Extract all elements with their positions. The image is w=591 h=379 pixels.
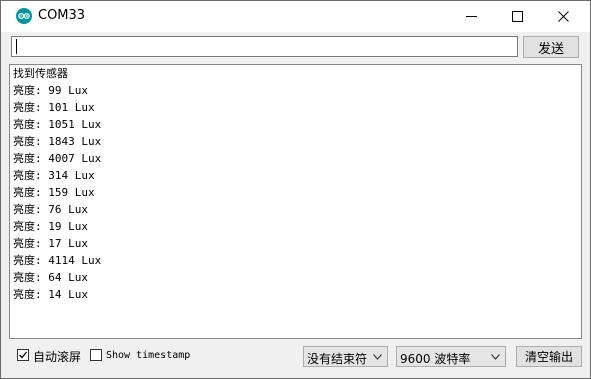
timestamp-checkbox[interactable] [90,349,102,361]
title-bar[interactable]: COM33 [1,1,590,32]
output-line: 亮度: 4007 Lux [13,152,102,165]
output-line: 亮度: 76 Lux [13,203,88,216]
serial-output-area[interactable]: 找到传感器 亮度: 99 Lux 亮度: 101 Lux 亮度: 1051 Lu… [9,64,582,339]
output-line: 亮度: 101 Lux [13,101,95,114]
output-line: 找到传感器 [13,67,68,80]
output-line: 亮度: 1843 Lux [13,135,102,148]
output-line: 亮度: 4114 Lux [13,254,102,267]
arduino-icon [16,8,32,24]
serial-input-field[interactable] [11,36,518,57]
close-button[interactable] [540,1,586,32]
minimize-button[interactable] [448,1,494,32]
chevron-down-icon [373,354,382,360]
output-line: 亮度: 19 Lux [13,220,88,233]
minimize-icon [465,16,477,17]
output-line: 亮度: 17 Lux [13,237,88,250]
output-line: 亮度: 14 Lux [13,288,88,301]
baud-rate-select[interactable]: 9600 波特率 [396,346,506,367]
line-ending-select[interactable]: 没有结束符 [303,346,388,367]
maximize-button[interactable] [494,1,540,32]
close-icon [557,11,569,22]
serial-monitor-window: COM33 发送 找到传感器 亮度: 99 Lux 亮度: 101 Lux 亮度… [0,0,591,379]
maximize-icon [511,11,523,22]
autoscroll-label[interactable]: 自动滚屏 [33,348,81,365]
bottom-toolbar: 自动滚屏 Show timestamp 没有结束符 9600 波特率 清空输出 [1,341,590,378]
output-line: 亮度: 1051 Lux [13,118,102,131]
output-line: 亮度: 99 Lux [13,84,88,97]
send-button[interactable]: 发送 [523,36,579,58]
line-ending-value: 没有结束符 [307,352,368,366]
chevron-down-icon [491,354,500,360]
output-line: 亮度: 159 Lux [13,186,95,199]
timestamp-label[interactable]: Show timestamp [106,350,190,361]
output-line: 亮度: 314 Lux [13,169,95,182]
output-line: 亮度: 64 Lux [13,271,88,284]
baud-rate-value: 9600 波特率 [400,352,471,366]
autoscroll-checkbox[interactable] [17,349,29,361]
text-caret [16,39,17,54]
checkmark-icon [19,351,28,359]
clear-output-button[interactable]: 清空输出 [516,346,582,367]
window-title: COM33 [38,8,86,23]
